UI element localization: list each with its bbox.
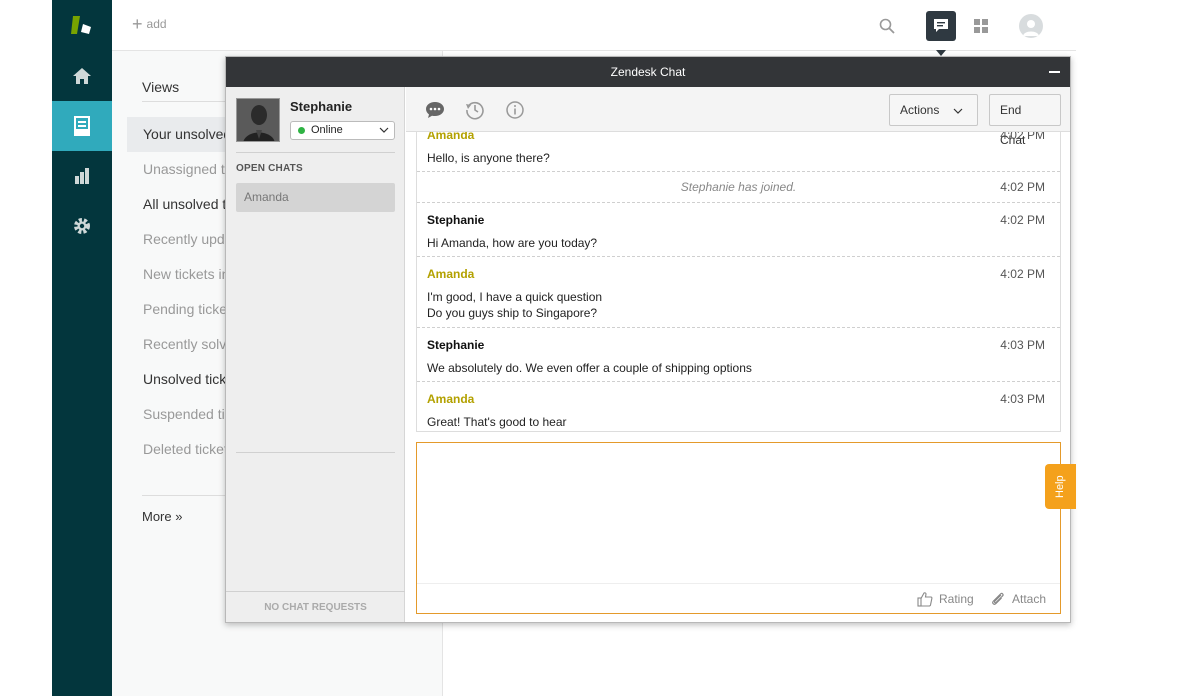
- apps-grid-icon: [974, 19, 988, 33]
- views-title: Views: [142, 79, 180, 95]
- agent-avatar: [236, 98, 280, 142]
- nav-admin[interactable]: [52, 201, 112, 251]
- chat-message: Amanda 4:02 PM I'm good, I have a quick …: [417, 257, 1060, 328]
- search-button[interactable]: [872, 11, 902, 41]
- message-text: We absolutely do. We even offer a couple…: [427, 361, 752, 375]
- status-select[interactable]: Online: [290, 121, 395, 140]
- gear-icon: [74, 218, 90, 234]
- paperclip-icon: [992, 592, 1004, 605]
- system-message: Stephanie has joined. 4:02 PM: [417, 172, 1060, 203]
- compose-footer: Rating Attach: [417, 583, 1060, 613]
- chat-message: Stephanie 4:03 PM We absolutely do. We e…: [417, 328, 1060, 382]
- message-input[interactable]: [417, 443, 1060, 583]
- system-message-text: Stephanie has joined.: [680, 180, 797, 194]
- status-label: Online: [311, 124, 343, 136]
- chat-transcript[interactable]: Amanda 4:02 PM Hello, is anyone there? S…: [416, 132, 1061, 432]
- history-icon: [466, 101, 484, 120]
- avatar: [1019, 14, 1043, 38]
- message-sender: Amanda: [427, 132, 475, 142]
- help-tab[interactable]: Help: [1045, 464, 1076, 509]
- search-icon: [879, 18, 895, 34]
- speech-bubble-icon: [426, 102, 444, 118]
- help-label: Help: [1054, 475, 1066, 498]
- open-chats-heading: OPEN CHATS: [236, 163, 303, 174]
- thumbs-up-icon: [917, 592, 933, 607]
- chat-titlebar: Zendesk Chat: [226, 57, 1070, 87]
- chat-tab[interactable]: [424, 99, 446, 121]
- message-line: I'm good, I have a quick question: [427, 290, 603, 304]
- message-text: Great! That's good to hear: [427, 415, 567, 429]
- minimize-icon[interactable]: [1049, 71, 1060, 73]
- message-time: 4:02 PM: [1000, 267, 1045, 281]
- zendesk-logo[interactable]: [52, 0, 112, 50]
- chat-message: Stephanie 4:02 PM Hi Amanda, how are you…: [417, 203, 1060, 257]
- divider: [236, 152, 395, 153]
- rating-button[interactable]: Rating: [917, 591, 974, 607]
- zendesk-logo-icon: [71, 16, 91, 34]
- chevron-down-icon: [953, 108, 963, 114]
- add-label: add: [146, 17, 167, 31]
- more-views-link[interactable]: More »: [142, 509, 182, 524]
- message-time: 4:02 PM: [1000, 180, 1045, 194]
- message-text: I'm good, I have a quick question Do you…: [427, 289, 602, 321]
- history-tab[interactable]: [464, 99, 486, 121]
- message-time: 4:02 PM: [1000, 213, 1045, 227]
- home-icon: [73, 68, 91, 84]
- user-icon: [1023, 20, 1039, 36]
- user-menu-button[interactable]: [1016, 11, 1046, 41]
- divider: [236, 452, 395, 453]
- info-tab[interactable]: [504, 99, 526, 121]
- chat-window-title: Zendesk Chat: [610, 65, 686, 79]
- attach-label: Attach: [1012, 592, 1047, 606]
- bar-chart-icon: [75, 168, 89, 184]
- message-sender: Stephanie: [427, 338, 485, 352]
- plus-icon: +: [132, 14, 143, 34]
- chat-bubble-icon: [934, 19, 948, 32]
- message-text: Hi Amanda, how are you today?: [427, 236, 598, 250]
- agent-name: Stephanie: [290, 99, 353, 114]
- info-icon: [506, 101, 524, 119]
- actions-dropdown[interactable]: Actions: [889, 94, 978, 126]
- nav-views[interactable]: [52, 101, 112, 151]
- nav-reporting[interactable]: [52, 151, 112, 201]
- end-chat-button[interactable]: End Chat: [989, 94, 1061, 147]
- chat-message: Amanda 4:02 PM Hello, is anyone there?: [417, 132, 1060, 172]
- no-chat-requests-label: NO CHAT REQUESTS: [226, 591, 405, 622]
- attach-button[interactable]: Attach: [990, 591, 1046, 607]
- message-sender: Amanda: [427, 392, 475, 406]
- nav-home[interactable]: [52, 51, 112, 101]
- message-sender: Stephanie: [427, 213, 485, 227]
- message-sender: Amanda: [427, 267, 475, 281]
- top-bar: + add: [112, 0, 1076, 51]
- chevron-down-icon: [379, 127, 389, 133]
- message-text: Hello, is anyone there?: [427, 151, 550, 165]
- open-chat-item[interactable]: Amanda: [236, 183, 395, 212]
- message-time: 4:03 PM: [1000, 338, 1045, 352]
- message-time: 4:02 PM: [1000, 132, 1045, 142]
- chat-button[interactable]: [926, 11, 956, 41]
- chat-main: Actions End Chat Amanda 4:02 PM Hello, i…: [406, 87, 1070, 622]
- chat-message: Amanda 4:03 PM Great! That's good to hea…: [417, 382, 1060, 431]
- rating-label: Rating: [939, 592, 974, 606]
- message-time: 4:03 PM: [1000, 392, 1045, 406]
- views-icon: [74, 116, 90, 136]
- divider: [142, 101, 232, 102]
- product-nav: [52, 0, 112, 696]
- chat-sidebar: Stephanie Online OPEN CHATS Amanda NO CH…: [226, 87, 405, 622]
- message-line: Do you guys ship to Singapore?: [427, 306, 598, 320]
- add-button[interactable]: + add: [132, 14, 167, 34]
- chat-window: Zendesk Chat Stephanie Online OPEN CHATS…: [225, 56, 1071, 623]
- actions-label: Actions: [900, 103, 940, 117]
- compose-box: Rating Attach: [416, 442, 1061, 614]
- apps-button[interactable]: [966, 11, 996, 41]
- chat-toolbar: Actions End Chat: [406, 87, 1070, 147]
- online-dot-icon: [298, 127, 305, 134]
- agent-silhouette-icon: [237, 99, 279, 141]
